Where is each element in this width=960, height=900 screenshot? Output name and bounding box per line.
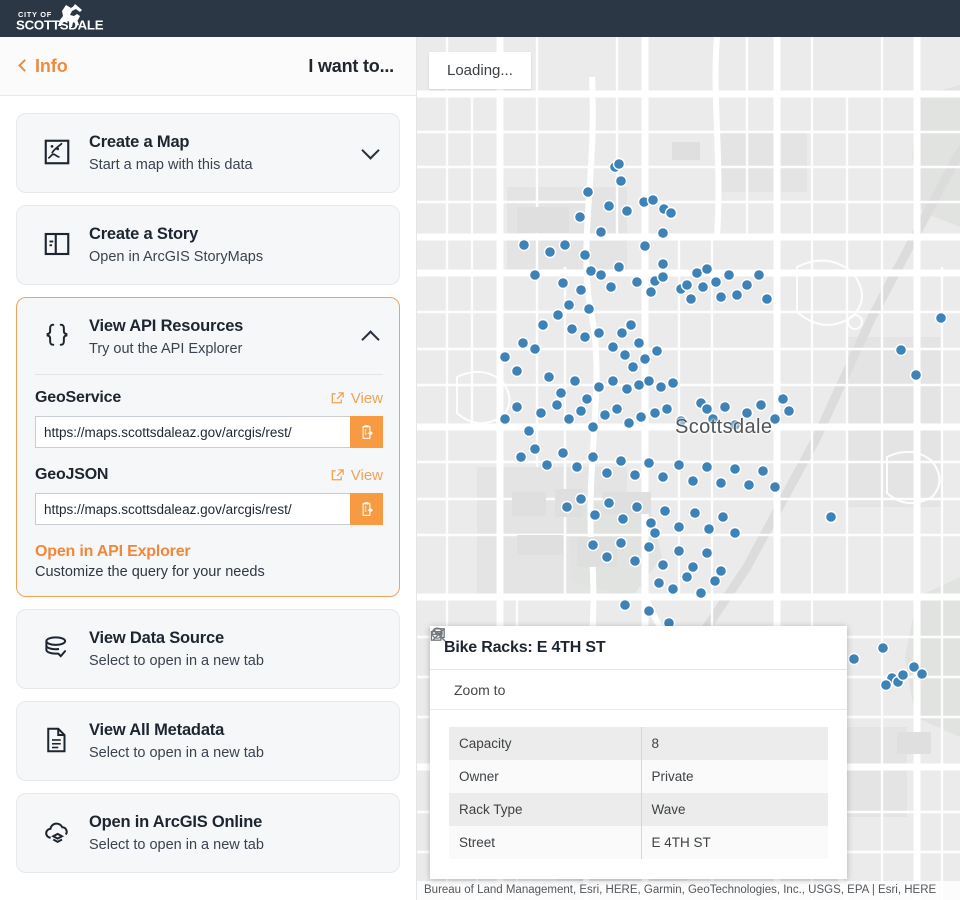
sidebar: Info I want to... Create a Map Start a m… (0, 37, 417, 900)
popup-title: Bike Racks: E 4TH ST (444, 639, 605, 657)
table-row: Owner Private (449, 760, 828, 793)
card-subtitle: Start a map with this data (89, 156, 253, 174)
geojson-view-link[interactable]: View (330, 467, 383, 484)
copy-clipboard-icon (358, 501, 375, 518)
chevron-left-icon (18, 59, 31, 72)
popup-header: Bike Racks: E 4TH ST (430, 626, 847, 670)
map-icon (35, 132, 79, 172)
table-row: Street E 4TH ST (449, 826, 828, 859)
chevron-up-icon[interactable] (361, 330, 379, 348)
card-title: View API Resources (89, 317, 243, 336)
map-canvas[interactable]: Scottsdale Loading... Bike Racks: E 4TH … (417, 37, 960, 900)
sidebar-item-open-in-arcgis-online[interactable]: Open in ArcGIS Online Select to open in … (16, 793, 400, 873)
divider (35, 374, 383, 375)
sidebar-item-view-data-source[interactable]: View Data Source Select to open in a new… (16, 609, 400, 689)
geojson-copy-button[interactable] (350, 493, 383, 525)
braces-icon (35, 316, 79, 356)
attribute-value: Private (641, 760, 828, 793)
back-to-info-label: Info (35, 56, 68, 77)
api-resources-panel: GeoService View (17, 374, 399, 596)
top-bar: CITY OF SCOTTSDALE (0, 0, 960, 37)
geojson-url-input[interactable] (35, 493, 350, 525)
map-attribution: Bureau of Land Management, Esri, HERE, G… (417, 881, 960, 900)
geoservice-view-link[interactable]: View (330, 390, 383, 407)
geojson-label: GeoJSON (35, 466, 108, 484)
geoservice-copy-button[interactable] (350, 416, 383, 448)
open-in-api-explorer-link[interactable]: Open in API Explorer (35, 543, 383, 561)
card-subtitle: Select to open in a new tab (89, 836, 264, 854)
external-link-icon (330, 468, 345, 483)
geoservice-view-label: View (351, 390, 383, 407)
table-row: Capacity 8 (449, 727, 828, 760)
sidebar-item-view-all-metadata[interactable]: View All Metadata Select to open in a ne… (16, 701, 400, 781)
feature-popup: Bike Racks: E 4TH ST Zoom to (430, 626, 847, 879)
geojson-url-row (35, 493, 383, 525)
copy-clipboard-icon (358, 424, 375, 441)
card-title: Create a Story (89, 225, 263, 244)
zoom-to-button[interactable]: Zoom to (430, 670, 847, 710)
attribute-value: Wave (641, 793, 828, 826)
cloud-layers-icon (35, 812, 79, 852)
external-link-icon (330, 391, 345, 406)
table-row: Rack Type Wave (449, 793, 828, 826)
city-of-scottsdale-logo[interactable]: CITY OF SCOTTSDALE (14, 2, 106, 36)
attribute-field: Street (449, 826, 641, 859)
api-card-header[interactable]: View API Resources Try out the API Explo… (17, 298, 399, 374)
sidebar-item-create-a-story[interactable]: Create a Story Open in ArcGIS StoryMaps (16, 205, 400, 285)
attribute-value: E 4TH ST (641, 826, 828, 859)
card-title: Open in ArcGIS Online (89, 813, 264, 832)
card-title: View All Metadata (89, 721, 264, 740)
attribute-field: Owner (449, 760, 641, 793)
sidebar-header: Info I want to... (0, 37, 416, 96)
card-title: Create a Map (89, 133, 253, 152)
logo-scottsdale-text: SCOTTSDALE (16, 18, 104, 33)
attribute-value: 8 (641, 727, 828, 760)
document-lines-icon (35, 720, 79, 760)
page-title: I want to... (308, 56, 394, 77)
map-loading-toast: Loading... (429, 52, 531, 89)
attributes-table: Capacity 8 Owner Private Rack Type Wave … (449, 727, 828, 859)
card-subtitle: Open in ArcGIS StoryMaps (89, 248, 263, 266)
geoservice-url-row (35, 416, 383, 448)
attribute-field: Rack Type (449, 793, 641, 826)
geojson-row: GeoJSON View (35, 466, 383, 484)
geoservice-label: GeoService (35, 389, 121, 407)
card-title: View Data Source (89, 629, 264, 648)
story-icon (35, 224, 79, 264)
geoservice-row: GeoService View (35, 389, 383, 407)
back-to-info-link[interactable]: Info (20, 56, 68, 77)
open-in-api-explorer-subtitle: Customize the query for your needs (35, 564, 383, 580)
sidebar-item-view-api-resources[interactable]: View API Resources Try out the API Explo… (16, 297, 400, 597)
geoservice-url-input[interactable] (35, 416, 350, 448)
card-subtitle: Select to open in a new tab (89, 652, 264, 670)
sidebar-item-create-a-map[interactable]: Create a Map Start a map with this data (16, 113, 400, 193)
database-check-icon (35, 628, 79, 668)
chevron-down-icon[interactable] (361, 141, 379, 159)
card-subtitle: Select to open in a new tab (89, 744, 264, 762)
attribute-field: Capacity (449, 727, 641, 760)
geojson-view-label: View (351, 467, 383, 484)
card-subtitle: Try out the API Explorer (89, 340, 243, 358)
zoom-to-label: Zoom to (454, 682, 505, 698)
zoom-to-icon (430, 626, 447, 643)
sidebar-body: Create a Map Start a map with this data … (0, 97, 416, 900)
